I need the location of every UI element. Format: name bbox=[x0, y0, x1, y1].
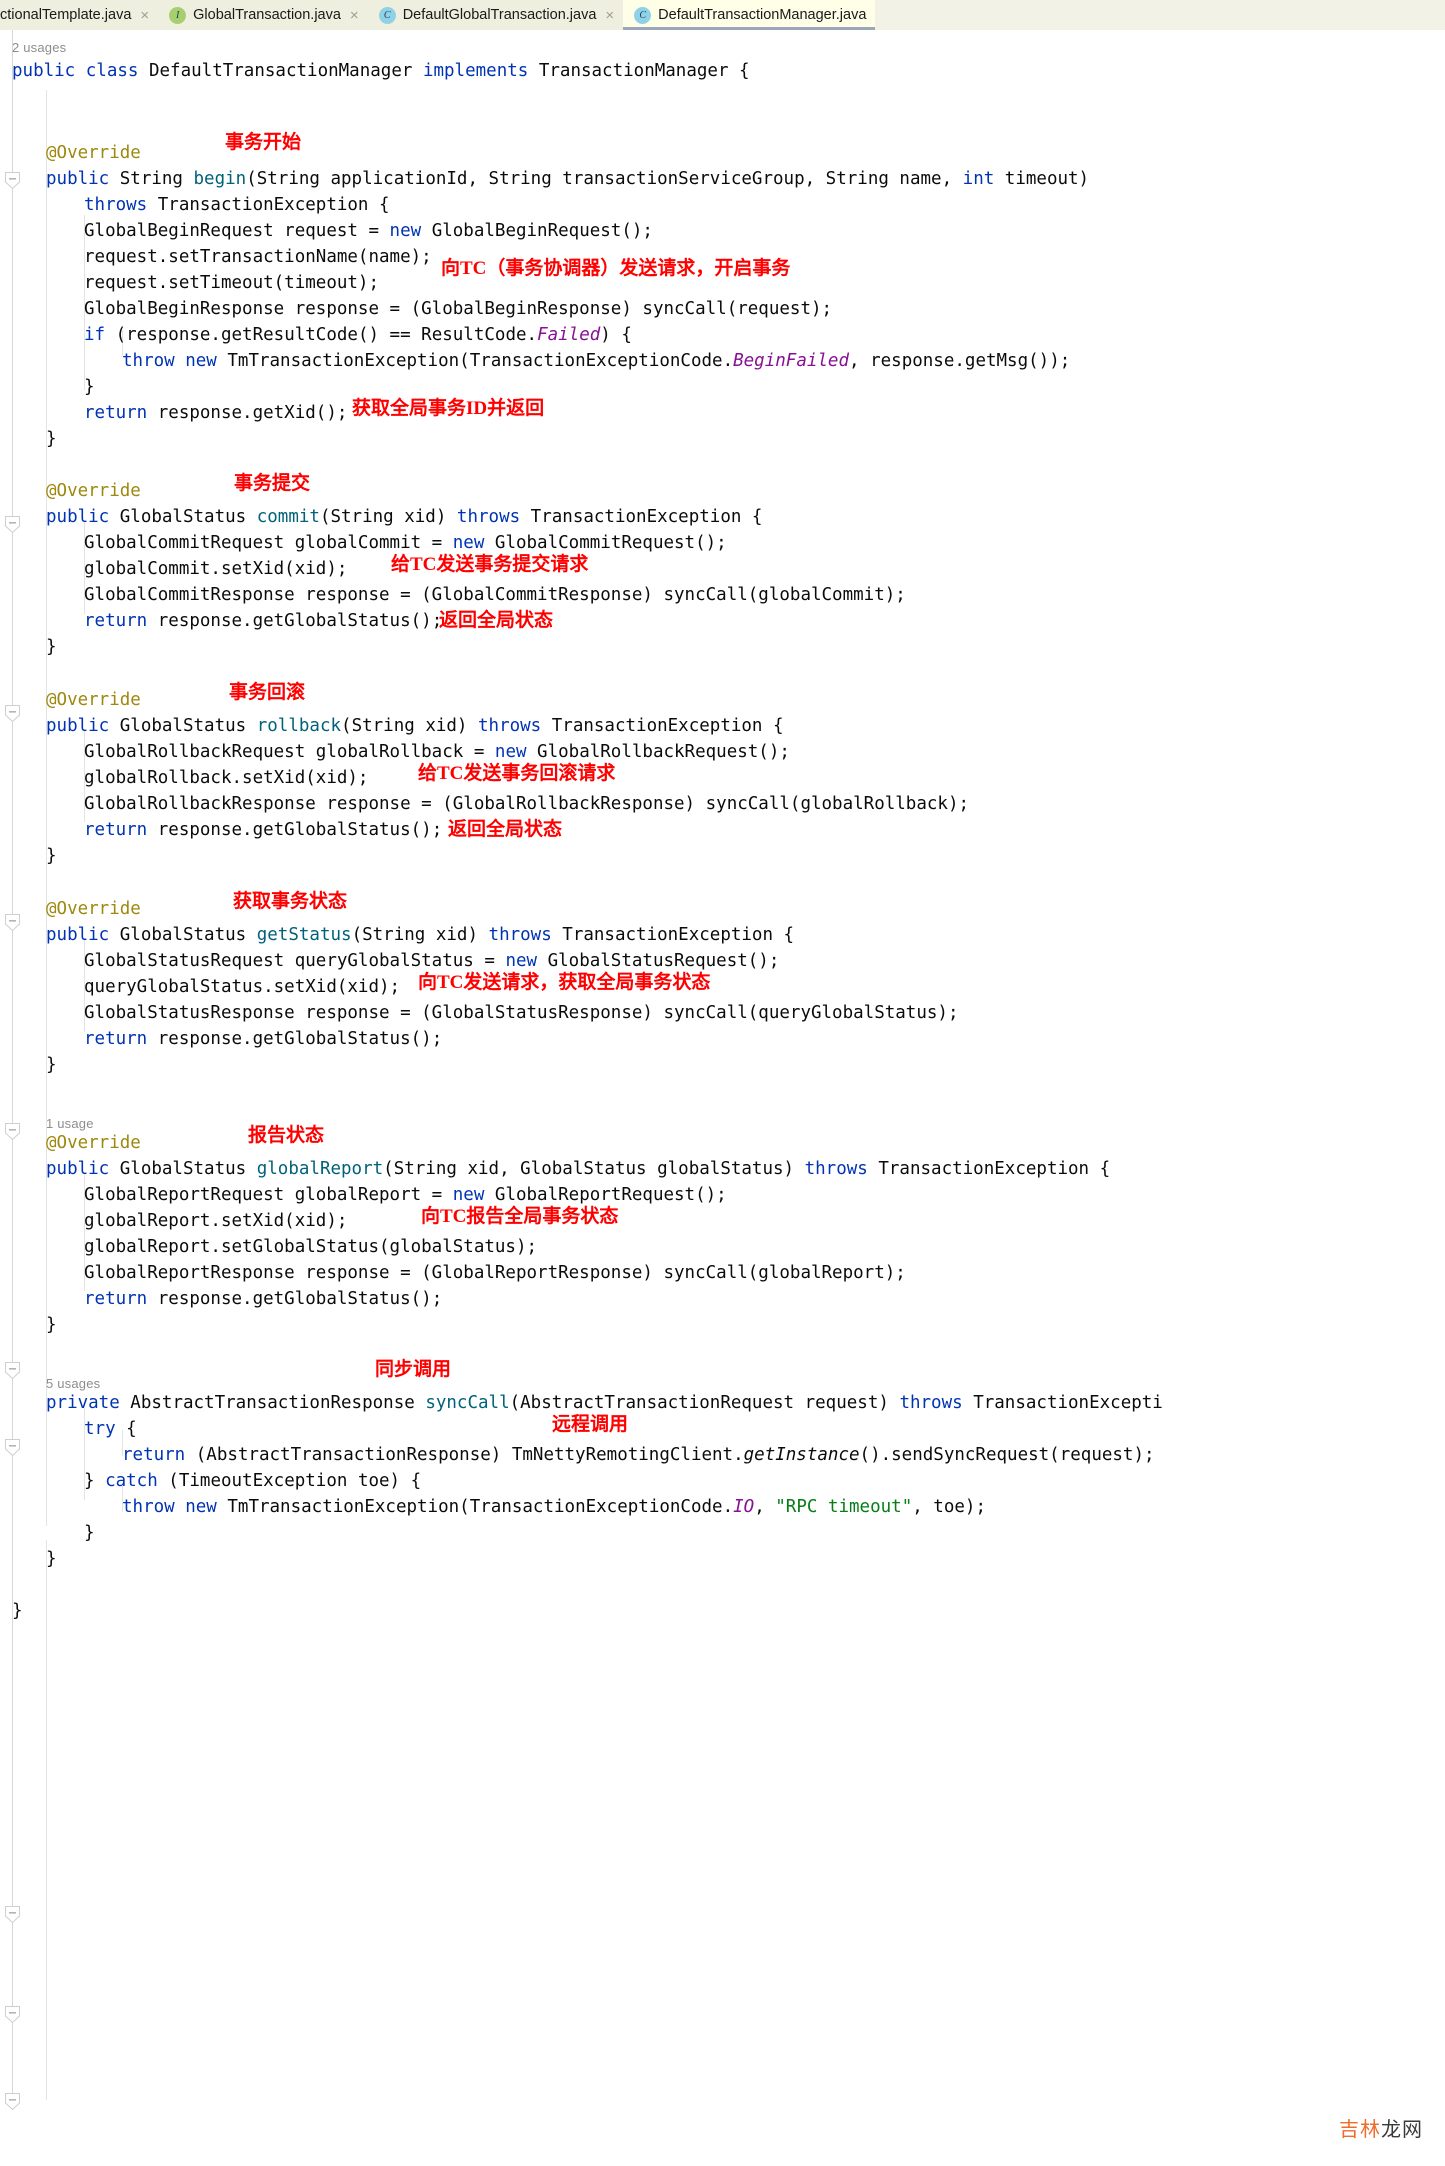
class-icon: C bbox=[634, 6, 652, 24]
code-content[interactable]: 2 usages public class DefaultTransaction… bbox=[0, 30, 1445, 1850]
code-line: return response.getGlobalStatus(); bbox=[84, 1029, 443, 1049]
annotation-sync-call: 同步调用 bbox=[375, 1359, 452, 1380]
annotation-report-status-to-tc: 向TC报告全局事务状态 bbox=[421, 1206, 619, 1227]
code-line: public String begin(String applicationId… bbox=[46, 169, 1090, 189]
code-line: } bbox=[46, 429, 57, 449]
code-line: } bbox=[46, 1055, 57, 1075]
code-editor[interactable]: 2 usages public class DefaultTransaction… bbox=[0, 30, 1445, 2166]
code-line: globalReport.setXid(xid); bbox=[84, 1211, 348, 1231]
code-line: return response.getXid(); bbox=[84, 403, 348, 423]
fold-line bbox=[12, 1923, 13, 2006]
code-line: GlobalCommitResponse response = (GlobalC… bbox=[84, 585, 906, 605]
annotation-send-rollback-to-tc: 给TC发送事务回滚请求 bbox=[418, 763, 616, 784]
code-line: } catch (TimeoutException toe) { bbox=[84, 1471, 422, 1491]
code-line: throws TransactionException { bbox=[84, 195, 390, 215]
annotation-remote-call: 远程调用 bbox=[552, 1414, 629, 1435]
close-icon[interactable]: × bbox=[605, 8, 614, 23]
code-line: } bbox=[84, 377, 95, 397]
code-line: globalReport.setGlobalStatus(globalStatu… bbox=[84, 1237, 538, 1257]
annotation-send-request-to-tc-start: 向TC（事务协调器）发送请求，开启事务 bbox=[441, 258, 791, 279]
code-line: @Override bbox=[46, 899, 141, 919]
code-line: } bbox=[46, 637, 57, 657]
code-line: } bbox=[84, 1523, 95, 1543]
fold-collapse-icon[interactable] bbox=[5, 1906, 20, 1923]
code-line: } bbox=[46, 1549, 57, 1569]
code-line: GlobalReportResponse response = (GlobalR… bbox=[84, 1263, 906, 1283]
fold-line bbox=[12, 2023, 13, 2093]
code-line: @Override bbox=[46, 1133, 141, 1153]
code-line: } bbox=[46, 1315, 57, 1335]
code-line: GlobalStatusResponse response = (GlobalS… bbox=[84, 1003, 959, 1023]
code-line: @Override bbox=[46, 481, 141, 501]
code-line: globalCommit.setXid(xid); bbox=[84, 559, 348, 579]
code-line: request.setTimeout(timeout); bbox=[84, 273, 380, 293]
close-icon[interactable]: × bbox=[140, 8, 149, 23]
code-line: return response.getGlobalStatus(); bbox=[84, 611, 443, 631]
tab-label: DefaultTransactionManager.java bbox=[658, 7, 867, 23]
code-line: GlobalBeginRequest request = new GlobalB… bbox=[84, 221, 653, 241]
code-line: throw new TmTransactionException(Transac… bbox=[122, 351, 1071, 371]
tab-label: GlobalTransaction.java bbox=[193, 7, 341, 23]
code-line: public GlobalStatus rollback(String xid)… bbox=[46, 716, 784, 736]
annotation-transaction-commit: 事务提交 bbox=[234, 473, 311, 494]
watermark-part-1: 吉林 bbox=[1339, 2119, 1381, 2141]
code-line: return response.getGlobalStatus(); bbox=[84, 1289, 443, 1309]
fold-collapse-icon[interactable] bbox=[5, 2093, 20, 2110]
tab-label: DefaultGlobalTransaction.java bbox=[402, 7, 597, 23]
annotation-get-transaction-status: 获取事务状态 bbox=[233, 891, 348, 912]
code-line: GlobalReportRequest globalReport = new G… bbox=[84, 1185, 727, 1205]
code-line: try { bbox=[84, 1419, 137, 1439]
interface-icon: I bbox=[169, 6, 187, 24]
annotation-return-global-status-1: 返回全局状态 bbox=[439, 610, 554, 631]
annotation-send-request-get-status: 向TC发送请求，获取全局事务状态 bbox=[418, 972, 711, 993]
code-line: request.setTransactionName(name); bbox=[84, 247, 432, 267]
code-line: @Override bbox=[46, 143, 141, 163]
code-line: public GlobalStatus globalReport(String … bbox=[46, 1159, 1111, 1179]
annotation-report-status: 报告状态 bbox=[248, 1125, 325, 1146]
tab-default-global-transaction[interactable]: C DefaultGlobalTransaction.java × bbox=[367, 0, 624, 30]
code-line: public GlobalStatus getStatus(String xid… bbox=[46, 925, 795, 945]
annotation-transaction-begin: 事务开始 bbox=[225, 132, 302, 153]
annotation-send-commit-to-tc: 给TC发送事务提交请求 bbox=[391, 554, 589, 575]
code-line: return response.getGlobalStatus(); bbox=[84, 820, 443, 840]
fold-collapse-icon[interactable] bbox=[5, 2006, 20, 2023]
code-line: public class DefaultTransactionManager i… bbox=[12, 61, 750, 81]
code-line: @Override bbox=[46, 690, 141, 710]
editor-tab-bar: ctionalTemplate.java × I GlobalTransacti… bbox=[0, 0, 1445, 30]
watermark: 吉林龙网 bbox=[1339, 2113, 1423, 2142]
code-line: globalRollback.setXid(xid); bbox=[84, 768, 369, 788]
annotation-transaction-rollback: 事务回滚 bbox=[229, 682, 306, 703]
code-line: public GlobalStatus commit(String xid) t… bbox=[46, 507, 763, 527]
code-line: } bbox=[46, 846, 57, 866]
tab-transactional-template[interactable]: ctionalTemplate.java × bbox=[0, 0, 159, 30]
code-line: GlobalRollbackResponse response = (Globa… bbox=[84, 794, 970, 814]
code-line: queryGlobalStatus.setXid(xid); bbox=[84, 977, 401, 997]
code-line: return (AbstractTransactionResponse) TmN… bbox=[122, 1445, 1155, 1465]
tab-default-transaction-manager[interactable]: C DefaultTransactionManager.java bbox=[623, 0, 876, 30]
watermark-part-2: 龙网 bbox=[1381, 2119, 1423, 2141]
code-line: } bbox=[12, 1601, 23, 1621]
close-icon[interactable]: × bbox=[350, 8, 359, 23]
tab-label: ctionalTemplate.java bbox=[0, 7, 132, 23]
tab-global-transaction[interactable]: I GlobalTransaction.java × bbox=[158, 0, 368, 30]
code-line: GlobalBeginResponse response = (GlobalBe… bbox=[84, 299, 833, 319]
code-line: if (response.getResultCode() == ResultCo… bbox=[84, 325, 632, 345]
annotation-get-xid-return: 获取全局事务ID并返回 bbox=[352, 398, 545, 419]
class-icon: C bbox=[378, 6, 396, 24]
annotation-return-global-status-2: 返回全局状态 bbox=[448, 819, 563, 840]
code-line: throw new TmTransactionException(Transac… bbox=[122, 1497, 986, 1517]
